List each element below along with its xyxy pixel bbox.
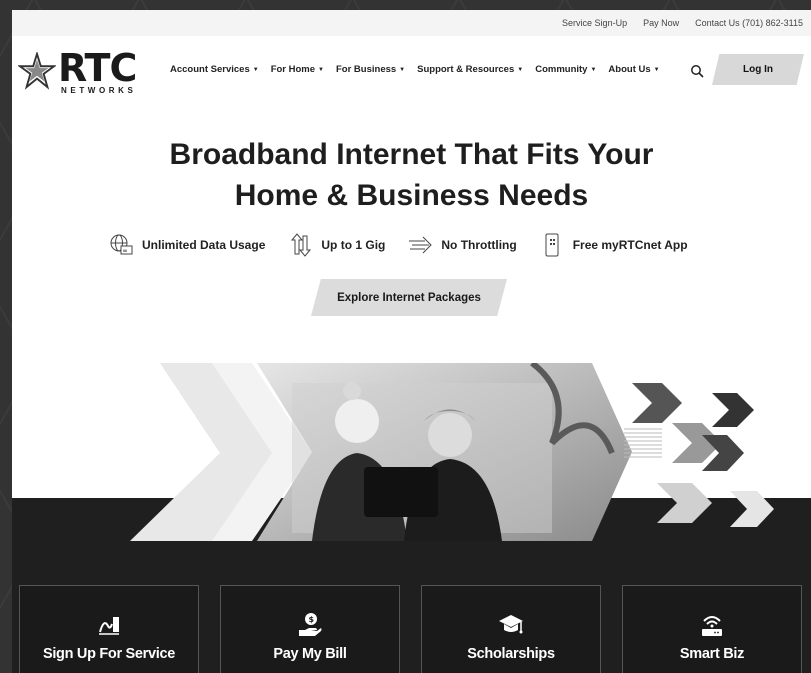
nav-for-home[interactable]: For Home ▼ xyxy=(271,64,324,75)
caret-down-icon: ▼ xyxy=(517,66,524,73)
pay-now-link[interactable]: Pay Now xyxy=(643,18,679,28)
feature-label: Unlimited Data Usage xyxy=(142,238,266,252)
speed-arrows-icon xyxy=(291,233,312,257)
graduation-cap-icon xyxy=(499,615,523,634)
nav-label: Support & Resources xyxy=(417,64,515,75)
feature-speed: Up to 1 Gig xyxy=(287,232,385,258)
nav-label: Community xyxy=(535,64,588,75)
caret-down-icon: ▼ xyxy=(399,66,406,73)
service-signup-link[interactable]: Service Sign-Up xyxy=(562,18,627,28)
feature-label: No Throttling xyxy=(441,238,517,252)
search-icon[interactable] xyxy=(690,64,704,78)
contact-link[interactable]: Contact Us (701) 862-3115 xyxy=(695,18,803,28)
hand-coin-icon: $ xyxy=(299,613,322,636)
feature-unlimited-data: ∞ Unlimited Data Usage xyxy=(108,232,265,258)
hero-title-line1: Broadband Internet That Fits Your xyxy=(169,138,654,171)
svg-text:∞: ∞ xyxy=(123,248,128,255)
nav-label: For Business xyxy=(335,64,397,75)
logo-text: RTC xyxy=(58,46,137,90)
card-label: Scholarships xyxy=(467,646,555,662)
card-smart-biz[interactable]: Smart Biz xyxy=(622,585,802,673)
caret-down-icon: ▼ xyxy=(590,66,597,73)
hero-title-line2: Home & Business Needs xyxy=(234,179,589,212)
star-logo-icon xyxy=(18,52,56,90)
main-header: RTC NETWORKS Account Services ▼ For Home ▼… xyxy=(12,36,811,106)
card-sign-up[interactable]: Sign Up For Service xyxy=(19,585,199,673)
explore-packages-button[interactable]: Explore Internet Packages xyxy=(311,279,507,316)
globe-icon: ∞ xyxy=(110,234,133,255)
wifi-router-icon xyxy=(702,616,722,636)
rtc-logo[interactable]: RTC NETWORKS xyxy=(18,46,143,95)
quick-links: Sign Up For Service $ Pay My Bill Schola… xyxy=(19,585,802,673)
signature-icon xyxy=(99,617,119,635)
card-pay-bill[interactable]: $ Pay My Bill xyxy=(220,585,400,673)
card-label: Smart Biz xyxy=(679,646,745,662)
card-label: Pay My Bill xyxy=(273,646,347,662)
feature-no-throttling: No Throttling xyxy=(407,232,517,258)
nav-about-us[interactable]: About Us ▼ xyxy=(608,64,659,75)
fast-arrows-icon xyxy=(409,236,433,254)
caret-down-icon: ▼ xyxy=(252,66,259,73)
logo-subtext: NETWORKS xyxy=(61,86,137,95)
feature-list: ∞ Unlimited Data Usage Up to 1 Gig No Th… xyxy=(108,232,688,258)
login-button[interactable]: Log In xyxy=(712,54,804,85)
nav-label: For Home xyxy=(270,64,316,75)
nav-label: Account Services xyxy=(170,64,250,75)
card-scholarships[interactable]: Scholarships xyxy=(421,585,601,673)
card-label: Sign Up For Service xyxy=(42,646,176,662)
feature-label: Free myRTCnet App xyxy=(572,238,688,252)
nav-support-resources[interactable]: Support & Resources ▼ xyxy=(417,64,523,75)
browser-viewport: Service Sign-Up Pay Now Contact Us (701)… xyxy=(12,10,811,673)
nav-for-business[interactable]: For Business ▼ xyxy=(336,64,405,75)
nav-label: About Us xyxy=(608,64,651,75)
hero-photo-banner xyxy=(130,363,774,541)
feature-label: Up to 1 Gig xyxy=(321,238,386,252)
main-nav: Account Services ▼ For Home ▼ For Business… xyxy=(170,64,660,75)
utility-bar: Service Sign-Up Pay Now Contact Us (701)… xyxy=(12,10,811,36)
nav-account-services[interactable]: Account Services ▼ xyxy=(170,64,259,75)
caret-down-icon: ▼ xyxy=(318,66,324,73)
nav-community[interactable]: Community ▼ xyxy=(535,64,596,75)
svg-text:$: $ xyxy=(309,615,315,624)
phone-app-icon xyxy=(545,233,559,257)
feature-app: Free myRTCnet App xyxy=(539,232,688,258)
hero-title: Broadband Internet That Fits Your Home &… xyxy=(12,134,811,216)
caret-down-icon: ▼ xyxy=(653,66,660,73)
